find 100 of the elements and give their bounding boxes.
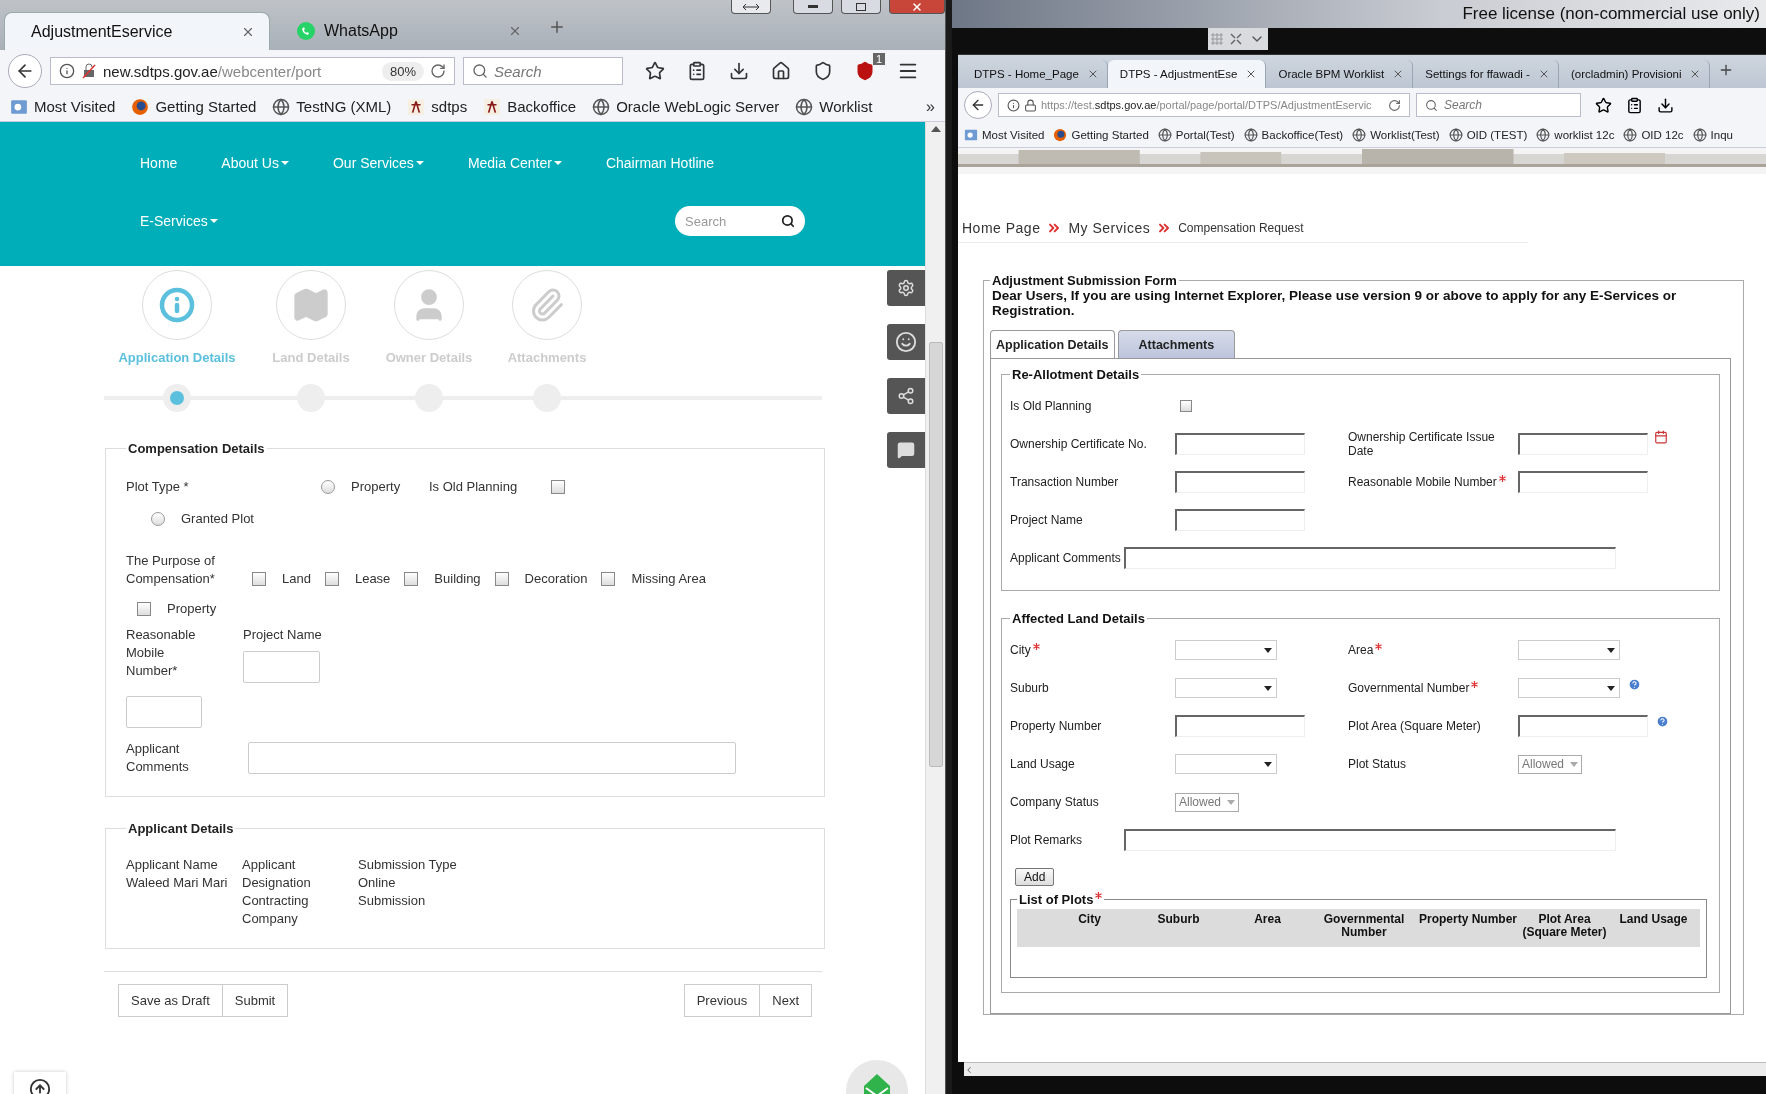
- scroll-left-icon: [964, 1064, 974, 1075]
- reload-icon[interactable]: [430, 63, 446, 79]
- checkbox[interactable]: [404, 572, 419, 586]
- minimize-icon: [808, 4, 818, 9]
- reading-list-icon[interactable]: [1626, 96, 1643, 114]
- browser-logo-icon: [1053, 127, 1068, 142]
- globe-icon: [1692, 127, 1707, 142]
- bookmark-link[interactable]: Inqu: [1692, 127, 1733, 142]
- checkbox[interactable]: [494, 572, 509, 586]
- checkbox[interactable]: [551, 480, 565, 494]
- scrollbar-thumb[interactable]: [928, 342, 943, 767]
- field-label: Project Name: [1010, 513, 1083, 527]
- column-header: Suburb: [1156, 913, 1201, 928]
- globe-icon: [1536, 127, 1551, 142]
- input-field[interactable]: [1175, 433, 1305, 455]
- field-label: Plot Status: [1348, 757, 1407, 771]
- home-icon[interactable]: [771, 61, 791, 81]
- input-field[interactable]: [1175, 715, 1305, 737]
- option-label: Land: [282, 570, 311, 588]
- search-field[interactable]: Search: [1416, 93, 1581, 117]
- download-icon[interactable]: [729, 61, 749, 81]
- form-tab[interactable]: Attachments: [1117, 330, 1236, 358]
- address-bar[interactable]: https://test.sdtps.gov.ae/portal/page/portal/DTPS/AdjustmentEservic: [998, 93, 1410, 117]
- section-title: Re-Allotment Details: [1011, 367, 1141, 382]
- input-field[interactable]: [1124, 547, 1616, 569]
- checkbox[interactable]: [252, 572, 266, 586]
- add-button[interactable]: Add: [1015, 868, 1055, 886]
- more-bookmarks-button[interactable]: »: [926, 97, 935, 116]
- chat-button[interactable]: [887, 432, 925, 468]
- close-window-button[interactable]: [889, 0, 945, 14]
- reload-icon[interactable]: [1388, 98, 1401, 112]
- input-field[interactable]: [1124, 829, 1616, 851]
- reading-list-icon[interactable]: [687, 61, 707, 81]
- field-value: Online Submission: [358, 874, 427, 910]
- browser-tab[interactable]: WhatsApp: [270, 12, 536, 50]
- section-title: Affected Land Details: [1011, 611, 1146, 626]
- radio-button[interactable]: [151, 512, 165, 526]
- form-tab[interactable]: Application Details: [990, 330, 1115, 358]
- date-field[interactable]: [1518, 433, 1648, 455]
- checkbox[interactable]: [137, 602, 151, 616]
- input-field[interactable]: [1518, 471, 1648, 493]
- breadcrumb-link[interactable]: My Services: [1068, 220, 1151, 236]
- breadcrumb-link[interactable]: Home Page: [962, 220, 1041, 236]
- emblem-icon: [483, 97, 502, 116]
- bookmark-link[interactable]: Oracle WebLogic Server: [592, 97, 780, 116]
- form-button[interactable]: Next: [760, 984, 812, 1017]
- bookmark-link[interactable]: Backoffice: [483, 97, 577, 116]
- close-icon[interactable]: [508, 24, 522, 38]
- bookmark-link[interactable]: Getting Started: [1053, 127, 1149, 142]
- checkbox[interactable]: [1180, 400, 1192, 412]
- restore-button[interactable]: [731, 0, 771, 14]
- new-tab-icon[interactable]: [548, 18, 566, 36]
- search-field[interactable]: Search: [463, 57, 623, 85]
- bookmark-link[interactable]: worklist 12c: [1536, 127, 1615, 142]
- checkbox[interactable]: [324, 572, 339, 586]
- bookmark-link[interactable]: Portal(Test): [1157, 127, 1235, 142]
- bookmark-link[interactable]: OID 12c: [1623, 127, 1684, 142]
- field-label: Area: [1348, 643, 1374, 657]
- address-bar[interactable]: new.sdtps.gov.ae/webcenter/port 80%: [50, 57, 455, 85]
- bookmark-link[interactable]: Getting Started: [131, 97, 257, 116]
- bookmark-link[interactable]: Worklist: [795, 97, 873, 116]
- bookmark-star-icon[interactable]: [1595, 96, 1612, 114]
- minimize-button[interactable]: [793, 0, 833, 14]
- back-button[interactable]: [8, 54, 42, 88]
- license-notice: Free license (non-commercial use only): [1462, 4, 1760, 24]
- maximize-button[interactable]: [841, 0, 881, 14]
- bookmark-link[interactable]: Most Visited: [964, 127, 1045, 142]
- help-icon[interactable]: [1656, 715, 1669, 728]
- download-icon[interactable]: [1657, 96, 1674, 114]
- section-title: Applicant Details: [127, 821, 235, 836]
- radio-button[interactable]: [321, 480, 335, 494]
- form-button[interactable]: Previous: [683, 984, 761, 1017]
- bookmark-link[interactable]: sdtps: [407, 97, 468, 116]
- calendar-icon[interactable]: [1654, 430, 1668, 444]
- share-button[interactable]: [887, 378, 925, 414]
- input-field[interactable]: [1175, 471, 1305, 493]
- bookmark-link[interactable]: Backoffice(Test): [1243, 127, 1344, 142]
- bookmark-star-icon[interactable]: [645, 61, 665, 81]
- browser-tab[interactable]: DTPS - AdjustmentEse: [1107, 60, 1267, 88]
- checkbox[interactable]: [601, 572, 616, 586]
- browser-tab[interactable]: AdjustmentEservice: [4, 12, 270, 50]
- input-field[interactable]: [1518, 715, 1648, 737]
- envelope-icon: [862, 1072, 892, 1094]
- bookmark-link[interactable]: OID (TEST): [1448, 127, 1528, 142]
- globe-icon: [795, 97, 814, 116]
- back-button[interactable]: [964, 91, 992, 119]
- zoom-level[interactable]: 80%: [381, 61, 424, 81]
- settings-icon: [897, 279, 915, 297]
- help-icon[interactable]: [1628, 678, 1641, 691]
- blocker-extension-icon[interactable]: [855, 61, 875, 81]
- form-button[interactable]: Submit: [222, 984, 289, 1017]
- form-button[interactable]: Save as Draft: [118, 984, 223, 1017]
- bookmark-link[interactable]: TestNG (XML): [272, 97, 392, 116]
- shield-icon[interactable]: [813, 61, 833, 81]
- smiley-button[interactable]: [887, 324, 925, 360]
- settings-button[interactable]: [887, 270, 925, 306]
- input-field[interactable]: [1175, 509, 1305, 531]
- bookmark-link[interactable]: Most Visited: [10, 97, 116, 116]
- bookmark-link[interactable]: Worklist(Test): [1352, 127, 1440, 142]
- scroll-up-icon: [930, 126, 941, 132]
